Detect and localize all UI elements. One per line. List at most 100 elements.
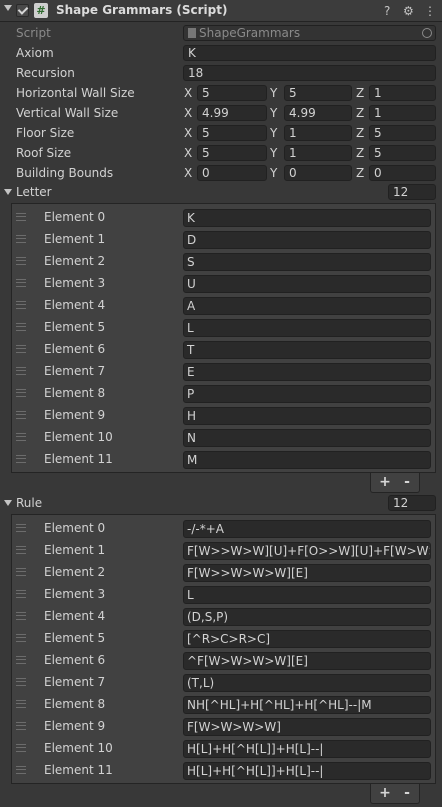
drag-handle-icon[interactable] [16,411,26,419]
drag-handle-icon[interactable] [16,257,26,265]
drag-handle-icon[interactable] [16,345,26,353]
axis-z-label: Z [356,146,365,160]
roof-size-label: Roof Size [16,146,72,160]
drag-handle-icon[interactable] [16,744,26,752]
drag-handle-icon[interactable] [16,213,26,221]
drag-handle-icon[interactable] [16,235,26,243]
recursion-input[interactable]: 18 [183,65,436,81]
drag-handle-icon[interactable] [16,367,26,375]
more-options-icon[interactable]: ⋮ [424,3,436,19]
rule-foldout-arrow-icon[interactable] [4,500,12,506]
floor-size-z[interactable]: 5 [369,125,436,141]
letter-element-input[interactable]: K [183,209,431,227]
letter-element-input[interactable]: L [183,319,431,337]
rule-label[interactable]: Rule [16,496,42,510]
drag-handle-icon[interactable] [16,700,26,708]
drag-handle-icon[interactable] [16,546,26,554]
drag-handle-icon[interactable] [16,634,26,642]
foldout-arrow-icon[interactable] [4,5,12,11]
letter-list-item: Element 9 H [12,405,435,427]
rule-element-input[interactable]: H[L]+H[^H[L]]+H[L]--| [183,762,431,780]
letter-remove-button[interactable]: - [397,474,417,490]
letter-list-item: Element 3 U [12,273,435,295]
settings-icon[interactable]: ⚙ [403,3,414,19]
letter-list-item: Element 4 A [12,295,435,317]
letter-element-label: Element 5 [44,320,106,334]
letter-element-input[interactable]: D [183,231,431,249]
letter-list: Element 0 K Element 1 D Element 2 S Element 3 U… [11,203,436,473]
vertical-wall-size-y[interactable]: 4.99 [284,105,352,121]
building-bounds-y[interactable]: 0 [284,165,352,181]
roof-size-x[interactable]: 5 [197,145,267,161]
roof-size-z[interactable]: 5 [369,145,436,161]
rule-element-input[interactable]: [^R>C>R>C] [183,630,431,648]
letter-element-input[interactable]: M [183,451,431,469]
rule-add-button[interactable]: + [375,785,395,801]
axis-z-label: Z [356,86,365,100]
rule-element-input[interactable]: F[W>>W>W][U]+F[O>>W][U]+F[W>W>W] [183,542,431,560]
drag-handle-icon[interactable] [16,590,26,598]
floor-size-y[interactable]: 1 [284,125,352,141]
letter-count-input[interactable]: 12 [388,184,436,200]
rule-element-input[interactable]: (D,S,P) [183,608,431,626]
letter-element-input[interactable]: A [183,297,431,315]
horizontal-wall-size-z[interactable]: 1 [369,85,436,101]
letter-foldout-arrow-icon[interactable] [4,189,12,195]
rule-element-label: Element 6 [44,653,106,667]
vertical-wall-size-z[interactable]: 1 [369,105,436,121]
script-file-icon [188,28,196,38]
drag-handle-icon[interactable] [16,678,26,686]
object-picker-icon[interactable] [422,28,432,38]
rule-element-input[interactable]: L [183,586,431,604]
letter-label[interactable]: Letter [16,185,52,199]
help-icon[interactable]: ? [384,3,390,19]
roof-size-y[interactable]: 1 [284,145,352,161]
drag-handle-icon[interactable] [16,389,26,397]
letter-element-input[interactable]: E [183,363,431,381]
drag-handle-icon[interactable] [16,766,26,774]
vertical-wall-size-x[interactable]: 4.99 [197,105,267,121]
rule-count-input[interactable]: 12 [388,495,436,511]
drag-handle-icon[interactable] [16,656,26,664]
letter-element-input[interactable]: T [183,341,431,359]
horizontal-wall-size-y[interactable]: 5 [284,85,352,101]
letter-element-label: Element 9 [44,408,106,422]
rule-element-input[interactable]: (T,L) [183,674,431,692]
letter-add-button[interactable]: + [375,474,395,490]
axis-x-label: X [184,146,193,160]
building-bounds-z[interactable]: 0 [369,165,436,181]
letter-element-input[interactable]: H [183,407,431,425]
letter-element-label: Element 7 [44,364,106,378]
axiom-input[interactable]: K [183,45,436,61]
drag-handle-icon[interactable] [16,433,26,441]
letter-element-input[interactable]: S [183,253,431,271]
enabled-checkbox[interactable] [16,4,29,17]
drag-handle-icon[interactable] [16,455,26,463]
rule-list-item: Element 5 [^R>C>R>C] [12,628,435,650]
drag-handle-icon[interactable] [16,568,26,576]
drag-handle-icon[interactable] [16,722,26,730]
letter-element-input[interactable]: U [183,275,431,293]
rule-element-input[interactable]: F[W>W>W>W] [183,718,431,736]
rule-element-input[interactable]: NH[^HL]+H[^HL]+H[^HL]--|M [183,696,431,714]
drag-handle-icon[interactable] [16,524,26,532]
drag-handle-icon[interactable] [16,323,26,331]
drag-handle-icon[interactable] [16,301,26,309]
drag-handle-icon[interactable] [16,612,26,620]
drag-handle-icon[interactable] [16,279,26,287]
script-field[interactable]: ShapeGrammars [183,25,436,41]
horizontal-wall-size-x[interactable]: 5 [197,85,267,101]
letter-element-input[interactable]: P [183,385,431,403]
rule-element-label: Element 11 [44,763,113,777]
rule-element-label: Element 10 [44,741,113,755]
axis-y-label: Y [270,166,278,180]
rule-remove-button[interactable]: - [397,785,417,801]
letter-element-input[interactable]: N [183,429,431,447]
floor-size-x[interactable]: 5 [197,125,267,141]
rule-element-input[interactable]: ^F[W>W>W>W][E] [183,652,431,670]
rule-element-input[interactable]: -/-*+A [183,520,431,538]
letter-list-item: Element 11 M [12,449,435,471]
rule-element-input[interactable]: F[W>>W>W>W][E] [183,564,431,582]
rule-element-input[interactable]: H[L]+H[^H[L]]+H[L]--| [183,740,431,758]
building-bounds-x[interactable]: 0 [197,165,267,181]
